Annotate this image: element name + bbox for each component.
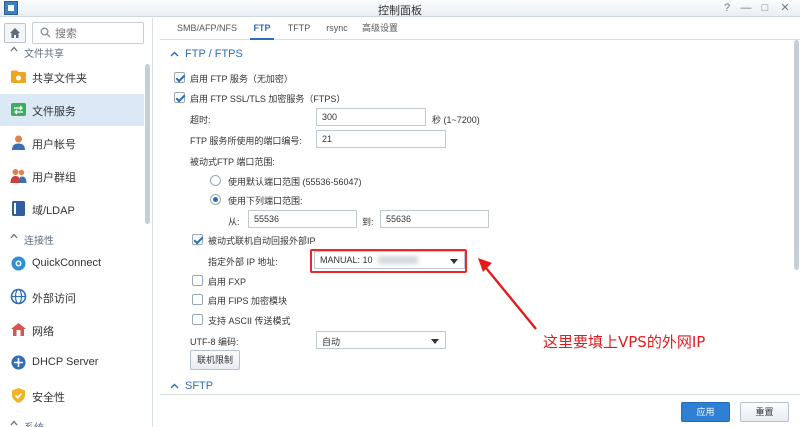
window-title: 控制面板 — [378, 5, 422, 17]
custom-range-label: 使用下列端口范围: — [228, 196, 303, 206]
sidebar-item-file-services[interactable]: 文件服务 — [0, 94, 144, 126]
content-scrollbar[interactable] — [794, 40, 799, 270]
sidebar-item-domain-ldap[interactable]: 域/LDAP — [0, 193, 144, 225]
annotation-text: 这里要填上VPS的外网IP — [543, 333, 706, 351]
enable-ftp-checkbox[interactable] — [174, 72, 185, 83]
ascii-mode-checkbox[interactable] — [192, 314, 203, 325]
enable-ftp-label: 启用 FTP 服务（无加密） — [190, 74, 293, 84]
timeout-unit: 秒 (1~7200) — [432, 115, 480, 125]
custom-range-radio[interactable] — [210, 194, 221, 205]
enable-ftps-checkbox[interactable] — [174, 92, 185, 103]
section-connectivity[interactable]: 连接性 — [0, 229, 148, 247]
sidebar-item-dhcp-server[interactable]: DHCP Server — [0, 347, 144, 379]
highlight-box — [310, 249, 467, 273]
sidebar-item-network[interactable]: 网络 — [0, 314, 144, 346]
tab-bar: SMB/AFP/NFS FTP TFTP rsync 高级设置 — [160, 18, 800, 40]
search-input[interactable] — [55, 26, 141, 41]
from-label: 从: — [228, 217, 240, 227]
group-icon — [10, 169, 27, 183]
maximize-icon[interactable]: □ — [756, 0, 774, 17]
reset-button[interactable]: 重置 — [740, 402, 789, 422]
help-icon[interactable]: ? — [718, 0, 736, 17]
globe-icon — [10, 288, 27, 305]
default-range-radio[interactable] — [210, 175, 221, 186]
chevron-up-icon — [170, 383, 179, 389]
tab-advanced[interactable]: 高级设置 — [360, 18, 400, 40]
sidebar-item-quickconnect[interactable]: QuickConnect — [0, 248, 144, 280]
chevron-up-icon — [10, 420, 18, 426]
shield-icon — [12, 388, 25, 403]
user-icon — [12, 135, 25, 150]
utf8-select[interactable]: 自动 — [316, 331, 446, 349]
sidebar-item-shared-folder[interactable]: 共享文件夹 — [0, 61, 144, 93]
enable-fips-checkbox[interactable] — [192, 294, 203, 305]
domain-icon — [12, 201, 25, 216]
minimize-icon[interactable]: — — [737, 0, 755, 17]
tab-tftp[interactable]: TFTP — [286, 18, 312, 40]
port-from-input[interactable] — [248, 210, 357, 228]
timeout-input[interactable] — [316, 108, 426, 126]
sidebar-scrollbar[interactable] — [145, 64, 150, 224]
dhcp-icon — [11, 355, 26, 370]
close-icon[interactable]: ✕ — [776, 0, 794, 17]
auto-report-ip-label: 被动式联机自动回报外部IP — [208, 236, 316, 246]
enable-ftps-label: 启用 FTP SSL/TLS 加密服务（FTPS） — [190, 94, 346, 104]
timeout-label: 超时: — [190, 115, 211, 125]
search-box[interactable] — [32, 22, 144, 44]
search-icon — [40, 27, 51, 38]
network-icon — [11, 323, 26, 336]
enable-fips-label: 启用 FIPS 加密模块 — [208, 296, 288, 306]
ascii-mode-label: 支持 ASCII 传送模式 — [208, 316, 291, 326]
chevron-up-icon — [10, 46, 18, 52]
title-bar: 控制面板 ? — □ ✕ — [0, 0, 800, 17]
port-to-input[interactable] — [380, 210, 489, 228]
enable-fxp-checkbox[interactable] — [192, 275, 203, 286]
sidebar-item-external-access[interactable]: 外部访问 — [0, 281, 144, 313]
auto-report-ip-checkbox[interactable] — [192, 234, 203, 245]
ftp-port-label: FTP 服务所使用的端口编号: — [190, 136, 302, 146]
connection-limit-button[interactable]: 联机限制 — [190, 350, 240, 370]
utf8-label: UTF-8 编码: — [190, 337, 239, 347]
to-label: 到: — [362, 217, 374, 227]
chevron-up-icon — [170, 51, 179, 57]
ftp-group-header[interactable]: FTP / FTPS — [170, 48, 243, 60]
sftp-group-header[interactable]: SFTP — [170, 380, 213, 392]
sidebar-item-group[interactable]: 用户群组 — [0, 160, 144, 192]
ftp-port-input[interactable] — [316, 130, 446, 148]
tab-smb-afp-nfs[interactable]: SMB/AFP/NFS — [172, 18, 242, 40]
enable-fxp-label: 启用 FXP — [208, 277, 247, 287]
quickconnect-icon — [11, 256, 26, 271]
sidebar-item-user[interactable]: 用户帐号 — [0, 127, 144, 159]
section-file-sharing[interactable]: 文件共享 — [0, 42, 148, 60]
footer-bar: 应用 重置 — [160, 394, 800, 427]
sidebar: 文件共享 共享文件夹 文件服务 用户帐号 用户群组 域/LDAP 连接性 Qui… — [0, 18, 153, 427]
chevron-up-icon — [10, 233, 18, 239]
passive-range-label: 被动式FTP 端口范围: — [190, 157, 275, 167]
external-ip-label: 指定外部 IP 地址: — [208, 257, 278, 267]
dropdown-arrow-icon — [431, 339, 439, 344]
tab-ftp[interactable]: FTP — [250, 18, 274, 40]
home-button[interactable] — [4, 23, 26, 43]
section-system[interactable]: 系统 — [0, 416, 148, 427]
sidebar-item-security[interactable]: 安全性 — [0, 380, 144, 412]
default-range-label: 使用默认端口范围 (55536-56047) — [228, 177, 362, 187]
home-icon — [10, 28, 20, 38]
shared-folder-icon — [11, 70, 26, 83]
file-services-icon — [11, 103, 26, 116]
tab-rsync[interactable]: rsync — [323, 18, 351, 40]
annotation-arrow — [478, 258, 537, 330]
apply-button[interactable]: 应用 — [681, 402, 730, 422]
